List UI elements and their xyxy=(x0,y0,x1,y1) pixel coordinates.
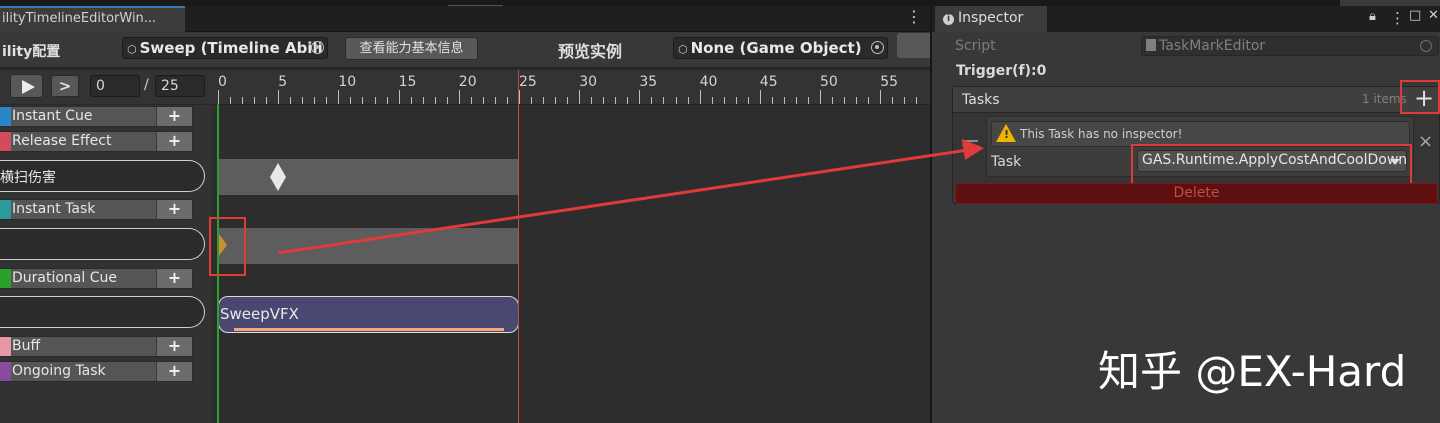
watermark: 知乎 @EX-Hard xyxy=(1098,347,1407,396)
